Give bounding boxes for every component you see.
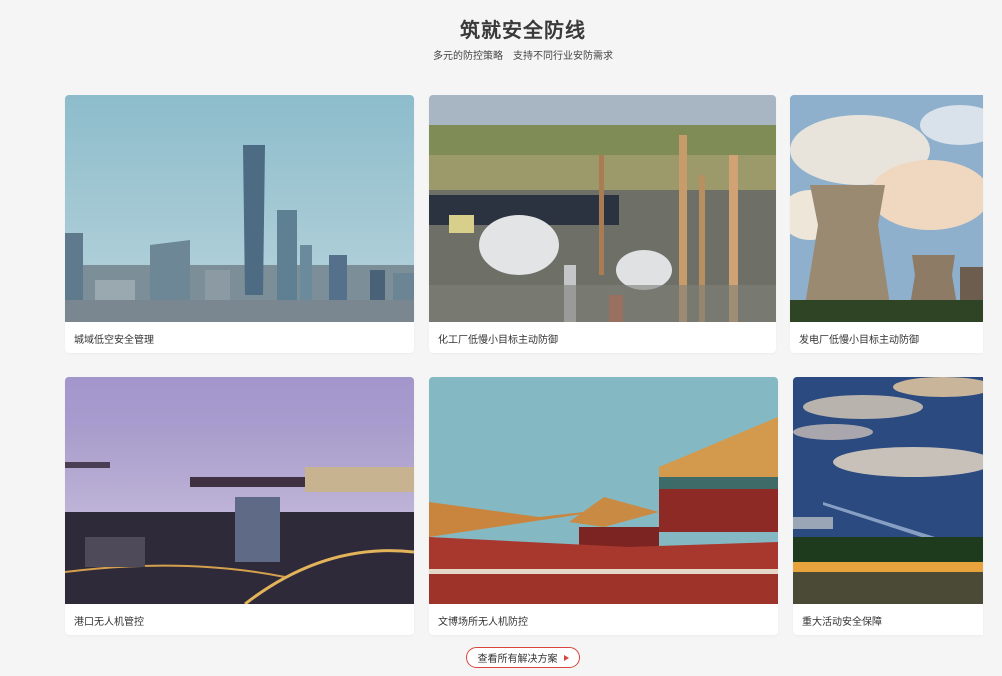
- palace-image: [429, 377, 778, 604]
- power-plant-image: [790, 95, 983, 322]
- chemical-plant-image: [429, 95, 776, 322]
- solution-card-city[interactable]: 城域低空安全管理: [65, 95, 414, 353]
- card-caption: 城域低空安全管理: [74, 335, 154, 346]
- card-caption: 化工厂低慢小目标主动防御: [438, 335, 558, 346]
- card-caption: 发电厂低慢小目标主动防御: [799, 335, 919, 346]
- card-caption: 港口无人机管控: [74, 617, 144, 628]
- solution-card-power[interactable]: 发电厂低慢小目标主动防御: [790, 95, 983, 353]
- city-skyline-image: [65, 95, 414, 322]
- card-caption: 重大活动安全保障: [802, 617, 882, 628]
- section-subtitle: 多元的防控策略 支持不同行业安防需求: [433, 51, 613, 62]
- night-event-image: [793, 377, 983, 604]
- solution-card-port[interactable]: 港口无人机管控: [65, 377, 414, 635]
- solution-card-museum[interactable]: 文博场所无人机防控: [429, 377, 778, 635]
- section-title: 筑就安全防线: [460, 18, 586, 42]
- solution-card-event[interactable]: 重大活动安全保障: [793, 377, 983, 635]
- port-image: [65, 377, 414, 604]
- solution-card-chemical[interactable]: 化工厂低慢小目标主动防御: [429, 95, 776, 353]
- card-caption: 文博场所无人机防控: [438, 617, 528, 628]
- view-all-solutions-label: 查看所有解决方案: [477, 654, 558, 665]
- play-arrow-icon: [563, 654, 569, 661]
- view-all-solutions-button[interactable]: 查看所有解决方案: [466, 647, 580, 668]
